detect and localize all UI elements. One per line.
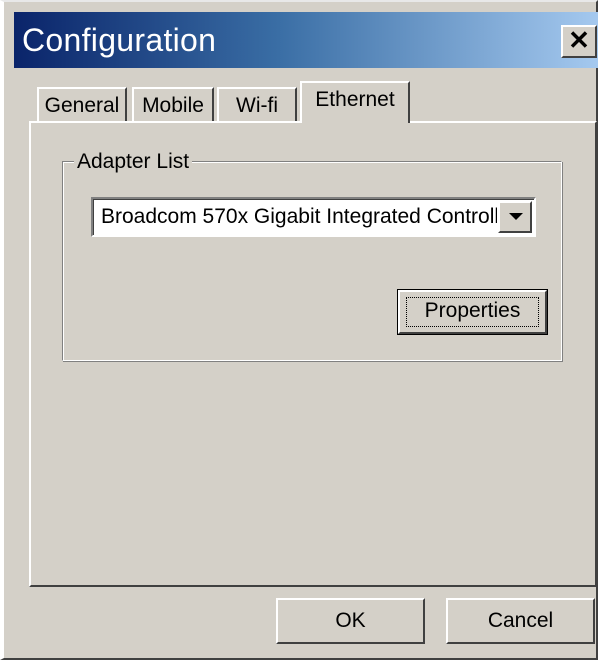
tab-label: Wi-fi bbox=[236, 94, 278, 117]
tab-label: Mobile bbox=[142, 94, 204, 117]
configuration-dialog: Configuration ✕ General Mobile Wi-fi Eth… bbox=[0, 0, 598, 660]
tab-label: General bbox=[44, 94, 120, 117]
adapter-select-value: Broadcom 570x Gigabit Integrated Control… bbox=[101, 205, 497, 228]
tab-mobile[interactable]: Mobile bbox=[132, 87, 214, 123]
ok-button[interactable]: OK bbox=[276, 598, 425, 644]
properties-button[interactable]: Properties bbox=[397, 289, 548, 335]
focus-indicator bbox=[406, 297, 539, 327]
close-button[interactable]: ✕ bbox=[561, 25, 597, 58]
tab-label: Ethernet bbox=[315, 88, 395, 111]
cancel-button[interactable]: Cancel bbox=[446, 598, 595, 644]
tab-wifi[interactable]: Wi-fi bbox=[217, 87, 297, 123]
adapter-dropdown-button[interactable] bbox=[498, 201, 532, 233]
tab-ethernet[interactable]: Ethernet bbox=[300, 81, 410, 123]
close-icon: ✕ bbox=[568, 25, 590, 55]
adapter-select[interactable]: Broadcom 570x Gigabit Integrated Control… bbox=[91, 197, 536, 237]
window-title: Configuration bbox=[22, 22, 217, 58]
cancel-button-label: Cancel bbox=[487, 609, 554, 632]
title-bar[interactable]: Configuration ✕ bbox=[14, 12, 598, 68]
chevron-down-icon bbox=[509, 213, 523, 220]
adapter-list-label: Adapter List bbox=[74, 150, 193, 174]
ok-button-label: OK bbox=[335, 609, 366, 632]
tab-general[interactable]: General bbox=[37, 87, 127, 123]
